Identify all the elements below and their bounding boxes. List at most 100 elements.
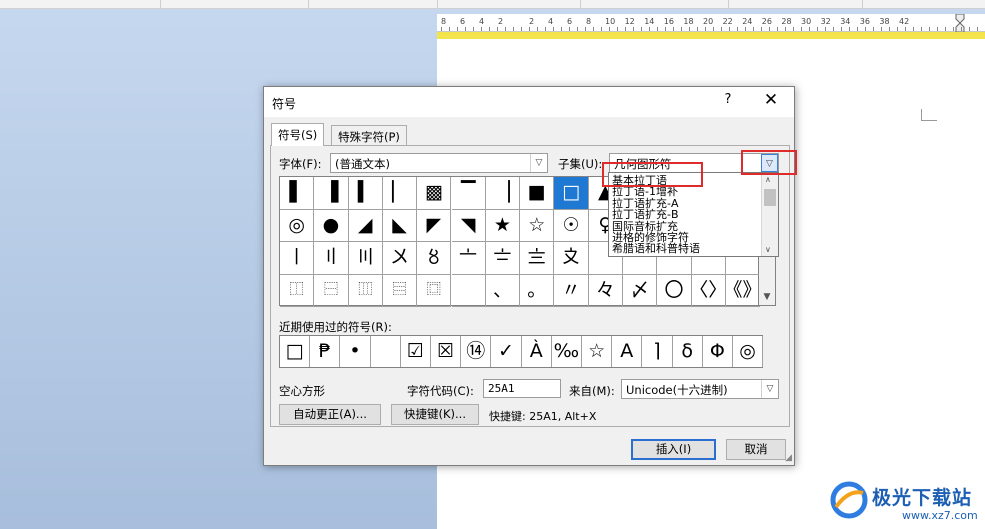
resize-grip-icon[interactable]: ◢ (785, 453, 792, 463)
from-select[interactable]: Unicode(十六进制) ▽ (621, 379, 779, 399)
symbol-cell[interactable]: ▔ (451, 177, 486, 210)
highlight-box-dropdown-arrow (741, 150, 797, 175)
recent-symbol-cell[interactable]: A (612, 336, 643, 367)
scroll-down-icon[interactable]: ▼ (759, 289, 775, 305)
recent-symbol-cell[interactable]: ☆ (582, 336, 613, 367)
symbol-cell[interactable]: ▐ (314, 177, 349, 210)
ruler-tick (449, 27, 450, 31)
symbol-cell[interactable]: ▌ (280, 177, 315, 210)
symbol-cell[interactable]: ⿳ (382, 274, 418, 307)
symbol-cell[interactable]: 、 (485, 274, 521, 307)
insert-button[interactable]: 插入(I) (631, 439, 716, 460)
symbol-cell[interactable]: ▏ (382, 177, 418, 210)
symbol-cell[interactable]: 〧 (485, 242, 521, 275)
dropdown-scrollbar[interactable]: ∧ ∨ (761, 173, 778, 256)
symbol-cell[interactable]: □ (554, 177, 589, 210)
symbol-cell[interactable]: ◎ (280, 209, 315, 242)
symbol-cell[interactable]: ◢ (348, 209, 383, 242)
subset-option[interactable]: 拉丁语扩充-B (612, 209, 679, 220)
recent-symbol-cell[interactable]: ✓ (491, 336, 522, 367)
recent-symbol-cell[interactable]: ◎ (733, 336, 764, 367)
dropdown-scroll-thumb[interactable] (764, 189, 776, 206)
symbol-cell[interactable]: 〩 (554, 242, 589, 275)
help-button[interactable]: ? (720, 92, 736, 107)
tab-symbols[interactable]: 符号(S) (271, 123, 325, 146)
chevron-down-icon[interactable]: ▽ (530, 154, 547, 172)
recent-symbols-row[interactable]: □ ₱ • ☑ ☒ ⑭ ✓ À ‰ ☆ A ⌉ δ Φ ◎ (279, 335, 764, 368)
symbol-cell[interactable]: 〢 (314, 242, 349, 275)
symbol-cell[interactable]: 〈〉 (691, 274, 726, 307)
scroll-up-icon[interactable]: ∧ (765, 175, 771, 184)
symbol-cell[interactable]: ◤ (417, 209, 452, 242)
symbol-cell[interactable] (451, 274, 486, 307)
symbol-cell[interactable]: 〃 (554, 274, 589, 307)
recent-symbol-cell[interactable]: ☑ (401, 336, 431, 367)
symbol-cell[interactable]: ▩ (417, 177, 452, 210)
ruler-tick (465, 27, 466, 31)
ruler-tick (577, 27, 578, 31)
recent-symbol-cell[interactable]: • (340, 336, 371, 367)
symbol-cell[interactable]: ⿰ (280, 274, 315, 307)
ruler-tick (545, 27, 546, 31)
symbol-cell[interactable]: ⿱ (314, 274, 349, 307)
symbol-cell[interactable]: 〇 (657, 274, 692, 307)
ruler-tick (713, 27, 714, 31)
ruler-tick (793, 27, 794, 31)
symbol-cell[interactable]: 《》 (725, 274, 761, 307)
subset-option[interactable]: 拉丁语-1增补 (612, 186, 678, 197)
ruler-tick (961, 27, 962, 31)
symbol-cell[interactable]: ◣ (382, 209, 418, 242)
symbol-cell[interactable]: ▕ (485, 177, 521, 210)
symbol-cell[interactable]: 〦 (451, 242, 486, 275)
autocorrect-button[interactable]: 自动更正(A)... (279, 404, 381, 425)
close-button[interactable]: ✕ (760, 90, 782, 110)
symbol-cell[interactable]: 〨 (520, 242, 555, 275)
recent-symbol-cell[interactable]: ‰ (552, 336, 582, 367)
recent-symbol-cell[interactable]: ⑭ (461, 336, 492, 367)
symbol-cell[interactable]: ▍ (348, 177, 383, 210)
symbol-cell[interactable]: 〤 (382, 242, 418, 275)
symbol-cell[interactable]: ☆ (520, 209, 555, 242)
symbol-cell[interactable]: 〆 (623, 274, 658, 307)
chevron-down-icon[interactable]: ▽ (761, 380, 778, 398)
symbol-cell[interactable]: ● (314, 209, 349, 242)
recent-symbol-cell[interactable]: À (522, 336, 552, 367)
symbol-cell[interactable]: 々 (588, 274, 623, 307)
symbol-cell[interactable]: ⿲ (348, 274, 383, 307)
ruler-tick (521, 27, 522, 31)
symbol-cell[interactable]: ■ (520, 177, 555, 210)
font-select[interactable]: (普通文本) ▽ (330, 153, 548, 173)
recent-symbol-cell[interactable]: ₱ (310, 336, 341, 367)
symbol-cell[interactable]: ☉ (554, 209, 589, 242)
symbol-cell[interactable]: ★ (485, 209, 521, 242)
symbol-cell[interactable]: ◥ (451, 209, 486, 242)
ruler-tick (897, 27, 898, 31)
tab-special-characters[interactable]: 特殊字符(P) (331, 125, 407, 145)
recent-symbol-cell[interactable]: Φ (703, 336, 733, 367)
symbol-cell[interactable]: 。 (520, 274, 555, 307)
symbol-cell[interactable]: 〣 (348, 242, 383, 275)
ruler-tick (481, 27, 482, 31)
recent-symbol-cell[interactable]: ☒ (431, 336, 462, 367)
char-code-input[interactable]: 25A1 (483, 379, 561, 398)
recent-symbol-cell[interactable]: ⌉ (642, 336, 673, 367)
shortcut-key-button[interactable]: 快捷键(K)... (391, 404, 479, 425)
recent-symbol-cell[interactable]: δ (673, 336, 703, 367)
ruler-tick (553, 27, 554, 31)
symbol-cell[interactable]: 〥 (417, 242, 452, 275)
indent-marker-icon[interactable] (955, 14, 965, 32)
recent-symbol-cell[interactable]: □ (280, 336, 311, 367)
recent-symbol-cell[interactable] (371, 336, 401, 367)
ruler-number: 2 (529, 17, 535, 26)
scroll-down-icon[interactable]: ∨ (765, 245, 771, 254)
symbol-cell[interactable]: ⿴ (417, 274, 452, 307)
dialog-titlebar[interactable]: 符号 ? ✕ (264, 87, 794, 117)
ruler-tick (865, 27, 866, 31)
cancel-button[interactable]: 取消 (726, 439, 786, 460)
symbol-cell[interactable]: 〡 (280, 242, 315, 275)
subset-option[interactable]: 国际音标扩充 (612, 221, 678, 232)
horizontal-ruler[interactable]: 8 6 4 2 2 4 6 8 10 12 14 16 18 20 22 24 26 28 30 32 34 36 38 42 (437, 14, 985, 32)
subset-option[interactable]: 希腊语和科普特语 (612, 243, 700, 254)
ruler-tick (857, 27, 858, 31)
ruler-tick (769, 27, 770, 31)
